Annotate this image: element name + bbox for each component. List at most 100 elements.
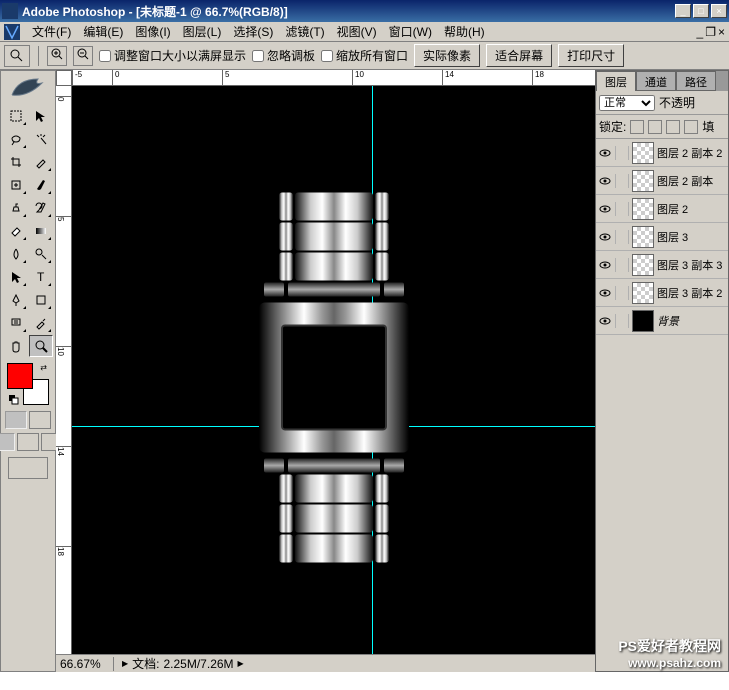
layer-name[interactable]: 图层 2 副本 2 bbox=[657, 145, 726, 161]
canvas[interactable] bbox=[72, 86, 595, 654]
menu-select[interactable]: 选择(S) bbox=[227, 21, 279, 42]
link-column[interactable] bbox=[615, 314, 629, 328]
layer-name[interactable]: 背景 bbox=[657, 313, 726, 329]
visibility-toggle-icon[interactable] bbox=[598, 314, 612, 328]
tool-preset-picker[interactable] bbox=[4, 45, 30, 67]
eraser-tool[interactable] bbox=[4, 220, 28, 242]
type-tool[interactable]: T bbox=[29, 266, 53, 288]
screenmode-full-menubar[interactable] bbox=[17, 433, 39, 451]
layer-thumbnail[interactable] bbox=[632, 142, 654, 164]
blur-tool[interactable] bbox=[4, 243, 28, 265]
minimize-button[interactable]: _ bbox=[675, 4, 691, 18]
quickmask-mode-button[interactable] bbox=[29, 411, 51, 429]
lasso-tool[interactable] bbox=[4, 128, 28, 150]
fit-screen-button[interactable]: 适合屏幕 bbox=[486, 44, 552, 67]
layer-name[interactable]: 图层 3 bbox=[657, 229, 726, 245]
standard-mode-button[interactable] bbox=[5, 411, 27, 429]
layer-thumbnail[interactable] bbox=[632, 254, 654, 276]
doc-restore-button[interactable]: ❐ bbox=[705, 25, 716, 39]
layer-thumbnail[interactable] bbox=[632, 198, 654, 220]
layer-thumbnail[interactable] bbox=[632, 310, 654, 332]
layer-row[interactable]: 背景 bbox=[596, 307, 728, 335]
slice-tool[interactable] bbox=[29, 151, 53, 173]
maximize-button[interactable]: □ bbox=[693, 4, 709, 18]
link-column[interactable] bbox=[615, 146, 629, 160]
blend-mode-select[interactable]: 正常 bbox=[599, 95, 655, 111]
actual-pixels-button[interactable]: 实际像素 bbox=[414, 44, 480, 67]
gradient-tool[interactable] bbox=[29, 220, 53, 242]
dodge-tool[interactable] bbox=[29, 243, 53, 265]
visibility-toggle-icon[interactable] bbox=[598, 202, 612, 216]
visibility-toggle-icon[interactable] bbox=[598, 146, 612, 160]
pen-tool[interactable] bbox=[4, 289, 28, 311]
menu-layer[interactable]: 图层(L) bbox=[177, 21, 228, 42]
brush-tool[interactable] bbox=[29, 174, 53, 196]
marquee-tool[interactable] bbox=[4, 105, 28, 127]
clone-stamp-tool[interactable] bbox=[4, 197, 28, 219]
layer-row[interactable]: 图层 3 副本 2 bbox=[596, 279, 728, 307]
swap-colors-icon[interactable]: ⇄ bbox=[40, 363, 47, 372]
foreground-color-swatch[interactable] bbox=[7, 363, 33, 389]
link-column[interactable] bbox=[615, 230, 629, 244]
zoom-out-button[interactable] bbox=[73, 46, 93, 66]
menu-window[interactable]: 窗口(W) bbox=[383, 21, 438, 42]
lock-all-icon[interactable] bbox=[684, 120, 698, 134]
link-column[interactable] bbox=[615, 202, 629, 216]
print-size-button[interactable]: 打印尺寸 bbox=[558, 44, 624, 67]
zoom-tool[interactable] bbox=[29, 335, 53, 357]
layer-row[interactable]: 图层 2 副本 bbox=[596, 167, 728, 195]
layer-thumbnail[interactable] bbox=[632, 282, 654, 304]
path-selection-tool[interactable] bbox=[4, 266, 28, 288]
layer-name[interactable]: 图层 2 bbox=[657, 201, 726, 217]
horizontal-ruler[interactable]: -5 0 5 10 14 18 bbox=[72, 70, 595, 86]
eyedropper-tool[interactable] bbox=[29, 312, 53, 334]
hand-tool[interactable] bbox=[4, 335, 28, 357]
menu-view[interactable]: 视图(V) bbox=[331, 21, 383, 42]
ruler-origin[interactable] bbox=[56, 70, 72, 86]
jump-to-button[interactable] bbox=[8, 457, 48, 479]
menu-filter[interactable]: 滤镜(T) bbox=[279, 21, 330, 42]
magic-wand-tool[interactable] bbox=[29, 128, 53, 150]
doc-close-button[interactable]: × bbox=[718, 25, 725, 39]
layer-name[interactable]: 图层 2 副本 bbox=[657, 173, 726, 189]
healing-brush-tool[interactable] bbox=[4, 174, 28, 196]
color-swatches[interactable]: ⇄ bbox=[7, 363, 49, 405]
tab-channels[interactable]: 通道 bbox=[636, 71, 676, 91]
menu-file[interactable]: 文件(F) bbox=[26, 21, 77, 42]
notes-tool[interactable] bbox=[4, 312, 28, 334]
layer-thumbnail[interactable] bbox=[632, 226, 654, 248]
doc-minimize-button[interactable]: _ bbox=[697, 25, 704, 39]
move-tool[interactable] bbox=[29, 105, 53, 127]
layer-row[interactable]: 图层 3 bbox=[596, 223, 728, 251]
menu-image[interactable]: 图像(I) bbox=[129, 21, 176, 42]
tab-layers[interactable]: 图层 bbox=[596, 71, 636, 91]
menu-edit[interactable]: 编辑(E) bbox=[77, 21, 129, 42]
layer-row[interactable]: 图层 2 副本 2 bbox=[596, 139, 728, 167]
lock-position-icon[interactable] bbox=[666, 120, 680, 134]
ignore-palettes-checkbox[interactable]: 忽略调板 bbox=[252, 47, 315, 64]
link-column[interactable] bbox=[615, 174, 629, 188]
zoom-all-checkbox[interactable]: 缩放所有窗口 bbox=[321, 47, 408, 64]
layer-row[interactable]: 图层 3 副本 3 bbox=[596, 251, 728, 279]
lock-image-icon[interactable] bbox=[648, 120, 662, 134]
visibility-toggle-icon[interactable] bbox=[598, 230, 612, 244]
layer-row[interactable]: 图层 2 bbox=[596, 195, 728, 223]
vertical-ruler[interactable]: 0 5 10 14 18 bbox=[56, 86, 72, 654]
layer-name[interactable]: 图层 3 副本 2 bbox=[657, 285, 726, 301]
tab-paths[interactable]: 路径 bbox=[676, 71, 716, 91]
menu-help[interactable]: 帮助(H) bbox=[438, 21, 491, 42]
history-brush-tool[interactable] bbox=[29, 197, 53, 219]
layer-name[interactable]: 图层 3 副本 3 bbox=[657, 257, 726, 273]
default-colors-icon[interactable] bbox=[9, 395, 19, 405]
shape-tool[interactable] bbox=[29, 289, 53, 311]
zoom-level-field[interactable]: 66.67% bbox=[56, 657, 114, 671]
link-column[interactable] bbox=[615, 258, 629, 272]
crop-tool[interactable] bbox=[4, 151, 28, 173]
visibility-toggle-icon[interactable] bbox=[598, 258, 612, 272]
layer-thumbnail[interactable] bbox=[632, 170, 654, 192]
link-column[interactable] bbox=[615, 286, 629, 300]
visibility-toggle-icon[interactable] bbox=[598, 286, 612, 300]
screenmode-standard[interactable] bbox=[0, 433, 15, 451]
document-info[interactable]: ▶ 文档: 2.25M/7.26M ▶ bbox=[114, 655, 252, 672]
resize-windows-checkbox[interactable]: 调整窗口大小以满屏显示 bbox=[99, 47, 246, 64]
